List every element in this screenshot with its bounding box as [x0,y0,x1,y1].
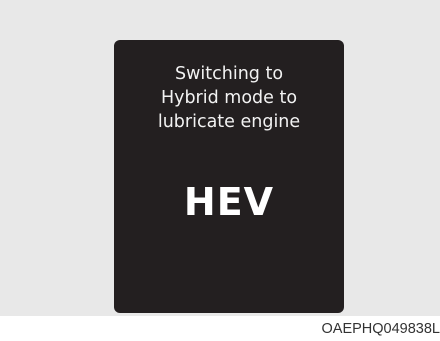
message-line: lubricate engine [157,112,301,132]
message-line: Hybrid mode to [160,88,298,108]
cluster-display: Switching to Hybrid mode to lubricate en… [114,40,344,313]
status-message: Switching to Hybrid mode to lubricate en… [114,62,344,134]
figure-code: OAEPHQ049838L [321,321,440,337]
mode-indicator: HEV [183,180,275,224]
message-line: Switching to [174,64,284,84]
figure-panel: Switching to Hybrid mode to lubricate en… [0,0,440,316]
